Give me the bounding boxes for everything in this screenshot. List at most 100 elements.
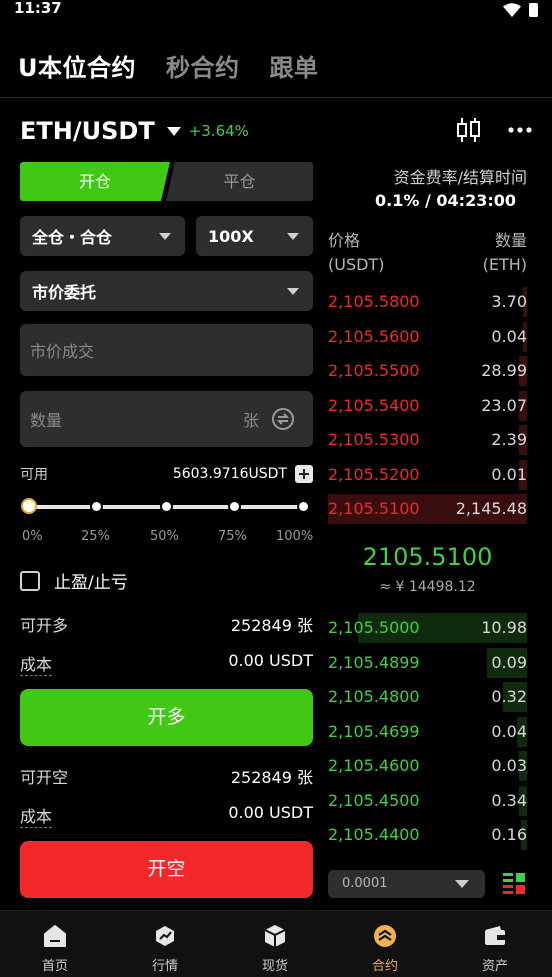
funding-value: 0.1% / 04:23:00 <box>375 191 516 210</box>
bid-price: 2,105.4400 <box>328 825 420 844</box>
bid-price: 2,105.4600 <box>328 756 420 775</box>
long-cost-label[interactable]: 成本 <box>20 651 53 676</box>
price-header-title: 价格 <box>328 231 361 250</box>
slider-stop-75[interactable] <box>228 500 241 513</box>
ask-row[interactable]: 2,105.5100 2,145.48 <box>328 494 527 524</box>
ask-qty: 28.99 <box>481 361 527 380</box>
nav-label: 现货 <box>261 959 288 974</box>
bid-qty: 0.32 <box>491 687 527 706</box>
tp-sl-label: 止盈/止亏 <box>54 573 128 593</box>
slider-thumb[interactable] <box>21 498 37 514</box>
home-icon <box>44 925 66 947</box>
switch-unit-icon[interactable] <box>271 407 295 431</box>
bid-qty: 0.09 <box>491 652 527 672</box>
bid-row[interactable]: 2,105.4800 0.32 <box>328 682 527 712</box>
precision-select[interactable]: 0.0001 <box>328 870 485 898</box>
status-bar: 11:37 <box>0 0 552 22</box>
order-type-value: 市价委托 <box>32 283 97 302</box>
bid-qty: 0.04 <box>491 721 527 741</box>
amount-slider[interactable] <box>20 498 313 515</box>
bid-qty: 10.98 <box>481 618 527 637</box>
bid-row[interactable]: 2,105.4699 0.04 <box>328 716 527 747</box>
qty-header-unit: (ETH) <box>482 255 527 274</box>
ask-price: 2,105.5100 <box>328 499 420 518</box>
ask-row[interactable]: 2,105.5200 0.01 <box>328 459 527 490</box>
orderbook-layout-icon[interactable] <box>503 872 525 896</box>
pair-name[interactable]: ETH/USDT <box>20 117 155 145</box>
top-divider <box>0 97 552 98</box>
slider-stop-100[interactable] <box>297 500 310 513</box>
nav-spot[interactable]: 现货 <box>220 911 330 977</box>
price-header: 价格 (USDT) <box>328 229 384 277</box>
tab-usdt-contract[interactable]: U本位合约 <box>18 48 136 83</box>
ask-price: 2,105.5500 <box>328 361 420 380</box>
tab-copy-trading[interactable]: 跟单 <box>270 48 319 83</box>
open-long-button[interactable]: 开多 <box>20 689 313 746</box>
mid-price[interactable]: 2105.5100 <box>328 543 527 571</box>
bid-row[interactable]: 2,105.4500 0.34 <box>328 785 527 816</box>
nav-home[interactable]: 首页 <box>0 911 110 977</box>
amount-placeholder: 数量 <box>30 411 63 430</box>
bid-row[interactable]: 2,105.4600 0.03 <box>328 751 527 781</box>
tp-sl-checkbox[interactable] <box>20 570 40 591</box>
amount-unit: 张 <box>242 411 259 430</box>
max-long-value: 252849 张 <box>230 616 313 635</box>
slider-label: 25% <box>81 529 110 544</box>
nav-contract[interactable]: 合约 <box>330 911 440 977</box>
chevron-down-icon <box>159 233 171 240</box>
ask-qty: 3.70 <box>491 292 527 311</box>
nav-label: 合约 <box>371 959 398 974</box>
nav-assets[interactable]: 资产 <box>440 911 550 977</box>
price-input[interactable]: 市价成交 <box>20 324 313 376</box>
max-short-row: 可开空 252849 张 <box>20 764 313 788</box>
order-type-select[interactable]: 市价委托 <box>20 271 313 311</box>
kline-chart-icon[interactable] <box>456 116 482 144</box>
tab-second-contract[interactable]: 秒合约 <box>166 48 240 83</box>
slider-label: 75% <box>218 529 247 544</box>
chevron-down-icon <box>287 233 299 240</box>
ask-row[interactable]: 2,105.5400 23.07 <box>328 390 527 421</box>
margin-leverage-row: 全仓・合仓 100X <box>20 216 313 256</box>
leverage-select[interactable]: 100X <box>196 216 313 256</box>
tab-open-position[interactable]: 开仓 <box>20 162 170 201</box>
short-cost-label[interactable]: 成本 <box>20 803 53 828</box>
bid-qty: 0.34 <box>491 790 527 810</box>
ask-qty: 23.07 <box>481 395 527 415</box>
more-icon[interactable] <box>508 127 532 133</box>
tp-sl-row[interactable]: 止盈/止亏 <box>20 568 128 593</box>
ask-row[interactable]: 2,105.5500 28.99 <box>328 356 527 386</box>
slider-stop-50[interactable] <box>160 500 173 513</box>
bid-qty: 0.16 <box>491 825 527 844</box>
bid-row[interactable]: 2,105.4400 0.16 <box>328 820 527 850</box>
bid-row[interactable]: 2,105.4899 0.09 <box>328 647 527 678</box>
ask-qty: 0.01 <box>491 464 527 484</box>
bid-price: 2,105.4699 <box>328 721 420 741</box>
bid-row[interactable]: 2,105.5000 10.98 <box>328 613 527 643</box>
funding-label: 资金费率/结算时间 <box>393 168 527 187</box>
nav-market[interactable]: 行情 <box>110 911 220 977</box>
pair-dropdown-icon[interactable] <box>166 126 181 136</box>
tab-close-position[interactable]: 平仓 <box>166 162 313 201</box>
ask-row[interactable]: 2,105.5800 3.70 <box>328 287 527 317</box>
price-placeholder: 市价成交 <box>30 342 95 361</box>
amount-input[interactable]: 数量 张 <box>20 391 313 447</box>
ask-row[interactable]: 2,105.5300 2.39 <box>328 425 527 455</box>
available-value: 5603.9716USDT <box>172 466 287 482</box>
long-cost-row: 成本 0.00 USDT <box>20 651 313 676</box>
contract-icon <box>374 925 396 947</box>
market-icon <box>156 926 174 946</box>
bid-price: 2,105.4800 <box>328 687 420 706</box>
available-row: 可用 5603.9716USDT <box>20 463 313 485</box>
price-header-unit: (USDT) <box>328 255 385 274</box>
top-tabs: U本位合约 秒合约 跟单 <box>18 48 319 83</box>
ask-price: 2,105.5800 <box>328 292 420 311</box>
ask-row[interactable]: 2,105.5600 0.04 <box>328 321 527 352</box>
wifi-icon <box>503 2 521 17</box>
transfer-plus-icon[interactable] <box>295 465 313 483</box>
margin-mode-select[interactable]: 全仓・合仓 <box>20 216 185 256</box>
available-label: 可用 <box>20 467 48 483</box>
short-cost-row: 成本 0.00 USDT <box>20 803 313 828</box>
slider-stop-25[interactable] <box>90 500 103 513</box>
battery-icon <box>529 3 538 17</box>
open-short-button[interactable]: 开空 <box>20 841 313 898</box>
